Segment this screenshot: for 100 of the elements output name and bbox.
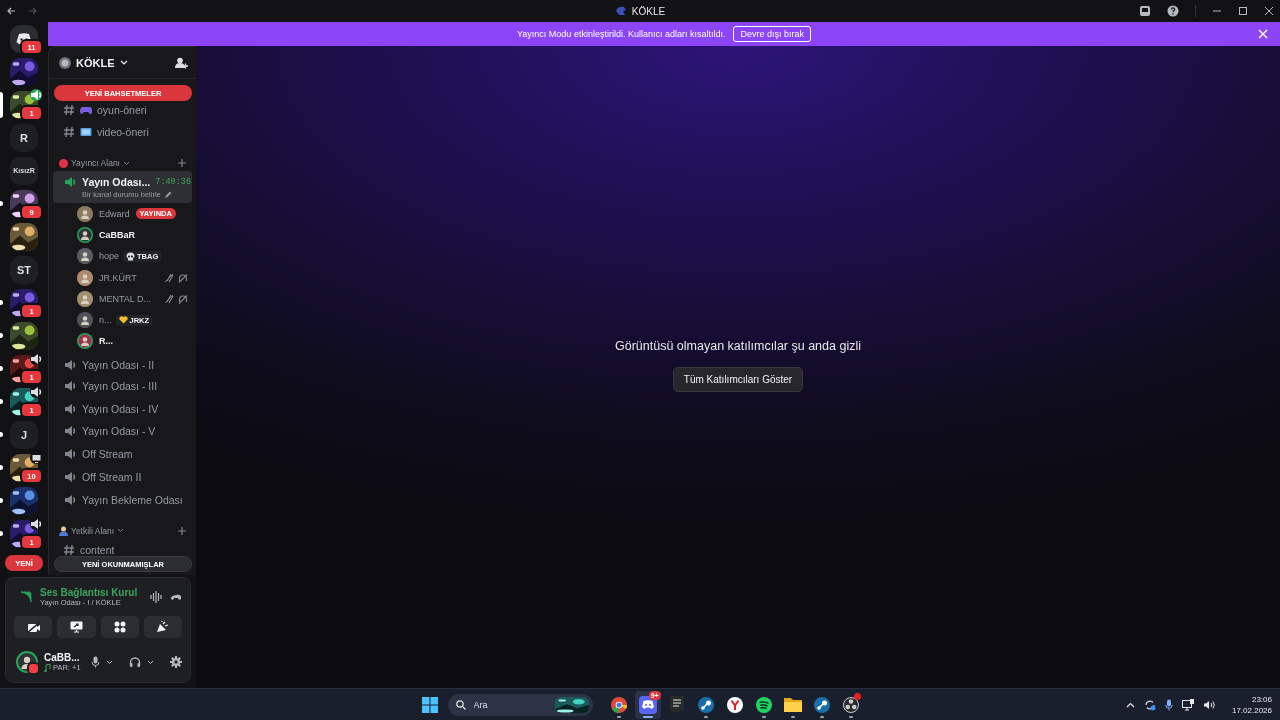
game-client-icon[interactable] bbox=[697, 696, 714, 713]
avatar-icon bbox=[77, 312, 93, 329]
avatar-icon bbox=[77, 226, 93, 243]
speaker-icon[interactable] bbox=[29, 385, 43, 399]
user-name[interactable]: CaBB... bbox=[44, 652, 85, 663]
hash-icon bbox=[63, 104, 75, 116]
hash-icon bbox=[63, 126, 75, 138]
screen-icon bbox=[31, 453, 41, 463]
window-title: KÖKLE bbox=[631, 5, 666, 17]
activities-button[interactable] bbox=[100, 616, 139, 638]
banner-message: Yayıncı Modu etkinleştirildi. Kullanıcı adları kısaltıldı. bbox=[517, 29, 726, 39]
muted-mic-icon bbox=[164, 272, 174, 283]
server-logo-icon bbox=[614, 6, 627, 16]
member-name[interactable]: R... bbox=[99, 336, 113, 347]
camera-off-button[interactable] bbox=[14, 616, 53, 638]
volume-icon[interactable] bbox=[1202, 698, 1215, 711]
deafened-headset-icon bbox=[178, 293, 188, 304]
folder-icon[interactable] bbox=[783, 697, 802, 712]
chevron-down-icon[interactable] bbox=[106, 659, 113, 665]
channel-name[interactable]: Yayın Odası... bbox=[82, 176, 151, 188]
server-name[interactable]: KÖKLE bbox=[76, 56, 115, 69]
channel-name[interactable]: video-öneri bbox=[97, 126, 149, 138]
avatar-icon bbox=[77, 333, 93, 350]
sync-icon[interactable] bbox=[1143, 698, 1156, 711]
member-name[interactable]: n... bbox=[99, 315, 112, 326]
add-icon[interactable] bbox=[178, 526, 186, 535]
member-name[interactable]: JR.KÜRT bbox=[99, 272, 137, 283]
server-icon bbox=[59, 56, 71, 69]
music-app-icon[interactable] bbox=[755, 696, 772, 713]
person-icon bbox=[59, 525, 68, 536]
connection-status[interactable]: Ses Bağlantısı Kurul bbox=[40, 587, 142, 598]
clock-date[interactable]: 17.02.2026 bbox=[1231, 704, 1272, 716]
settings-icon[interactable] bbox=[170, 656, 182, 668]
avatar-icon bbox=[77, 269, 93, 286]
member-name[interactable]: MENTAL D... bbox=[99, 293, 151, 304]
channel-name[interactable]: Yayın Odası - IV bbox=[82, 402, 159, 415]
channel-name[interactable]: content bbox=[80, 543, 115, 556]
browser-icon[interactable] bbox=[726, 696, 743, 713]
channel-name[interactable]: Yayın Bekleme Odası bbox=[82, 493, 183, 506]
chevron-down-icon[interactable] bbox=[147, 659, 154, 665]
network-icon[interactable] bbox=[1181, 698, 1194, 711]
server-initials[interactable]: J bbox=[20, 428, 28, 441]
game-store-icon[interactable] bbox=[669, 696, 684, 713]
headphones-icon[interactable] bbox=[129, 656, 141, 668]
add-user-icon[interactable] bbox=[175, 56, 188, 69]
game-client-icon[interactable] bbox=[813, 696, 830, 713]
speaker-icon[interactable] bbox=[29, 88, 43, 102]
member-name[interactable]: CaBBaR bbox=[99, 229, 135, 240]
soundboard-button[interactable] bbox=[143, 616, 182, 638]
member-name[interactable]: hope bbox=[99, 251, 120, 262]
chevron-up-icon[interactable] bbox=[1125, 701, 1135, 708]
inbox-icon[interactable] bbox=[1139, 5, 1151, 17]
close-icon[interactable] bbox=[1264, 6, 1274, 16]
browser-icon[interactable] bbox=[610, 696, 627, 713]
search-icon bbox=[455, 699, 466, 710]
disable-button[interactable]: Devre dışı bırak bbox=[733, 26, 811, 42]
do-not-disturb-icon bbox=[27, 662, 40, 675]
search-input[interactable]: Ara bbox=[471, 698, 549, 711]
activities-icon bbox=[113, 621, 126, 633]
heart-icon bbox=[118, 316, 128, 325]
pencil-icon[interactable] bbox=[163, 190, 172, 199]
show-participants-button[interactable]: Tüm Katılımcıları Göster bbox=[672, 366, 804, 392]
maximize-icon[interactable] bbox=[1238, 6, 1248, 16]
clock-time[interactable]: 23:06 bbox=[1251, 693, 1272, 705]
soundboard-icon bbox=[156, 621, 170, 633]
avatar-icon bbox=[77, 248, 93, 265]
channel-name[interactable]: Off Stream II bbox=[82, 470, 142, 483]
help-icon[interactable] bbox=[1167, 5, 1179, 17]
search-field[interactable]: Ara bbox=[447, 693, 593, 716]
avatar-icon bbox=[77, 290, 93, 307]
channel-name[interactable]: oyun-öneri bbox=[97, 104, 147, 116]
add-icon[interactable] bbox=[178, 159, 186, 167]
skull-icon bbox=[126, 251, 136, 261]
channel-name[interactable]: Off Stream bbox=[82, 448, 133, 461]
chat-app-icon[interactable] bbox=[638, 695, 657, 714]
noise-icon[interactable] bbox=[150, 591, 162, 603]
channel-name[interactable]: Yayın Odası - II bbox=[82, 358, 155, 371]
screen-share-button[interactable] bbox=[57, 616, 96, 638]
speaker-icon[interactable] bbox=[29, 517, 43, 531]
hang-up-icon[interactable] bbox=[170, 593, 182, 601]
category-name[interactable]: Yayıncı Alanı bbox=[71, 158, 120, 168]
category-name[interactable]: Yetkili Alanı bbox=[71, 525, 115, 536]
call-timer: 7:40:36 bbox=[155, 177, 191, 187]
music-icon bbox=[44, 663, 51, 672]
server-initials[interactable]: R bbox=[20, 131, 28, 144]
gamepad-icon bbox=[80, 105, 92, 115]
avatar-icon bbox=[77, 205, 93, 222]
muted-mic-icon bbox=[164, 293, 174, 304]
hash-icon bbox=[63, 543, 75, 556]
channel-name[interactable]: Yayın Odası - V bbox=[82, 425, 156, 438]
microphone-icon[interactable] bbox=[1164, 698, 1173, 711]
screen-share-icon bbox=[69, 621, 83, 633]
start-icon[interactable] bbox=[421, 696, 438, 713]
back-arrow-icon[interactable] bbox=[6, 6, 16, 16]
microphone-icon[interactable] bbox=[91, 656, 100, 668]
speaker-icon[interactable] bbox=[29, 352, 43, 366]
member-name[interactable]: Edward bbox=[99, 208, 130, 219]
channel-name[interactable]: Yayın Odası - III bbox=[82, 380, 158, 393]
deafened-headset-icon bbox=[178, 272, 188, 283]
recorder-icon[interactable] bbox=[842, 696, 859, 713]
